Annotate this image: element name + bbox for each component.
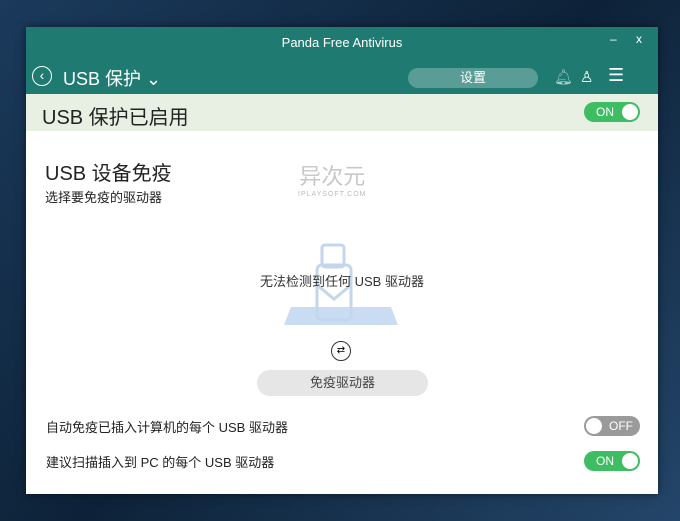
back-arrow-icon[interactable]: ‹ <box>32 66 52 86</box>
protection-status: USB 保护已启用 <box>42 107 189 129</box>
toggle-label: OFF <box>609 419 633 433</box>
section-subtitle: 选择要免疫的驱动器 <box>45 190 163 205</box>
toggle-label: ON <box>596 454 614 468</box>
window-title: Panda Free Antivirus <box>281 35 403 50</box>
section-dropdown[interactable]: USB 保护 ⌄ <box>63 65 161 91</box>
scan-usb-label: 建议扫描插入到 PC 的每个 USB 驱动器 <box>46 455 275 470</box>
auto-immunize-toggle[interactable]: OFF <box>584 416 640 436</box>
empty-message: 无法检测到任何 USB 驱动器 <box>260 274 424 289</box>
section-label: USB 保护 <box>63 69 142 89</box>
app-window: Panda Free Antivirus – x ‹ USB 保护 ⌄ 设置 🔔… <box>26 27 658 494</box>
user-icon[interactable]: ♙ <box>580 68 593 86</box>
menu-icon[interactable]: ☰ <box>608 65 624 86</box>
toggle-label: ON <box>596 105 614 119</box>
protection-toggle[interactable]: ON <box>584 102 640 122</box>
chevron-down-icon: ⌄ <box>146 69 162 89</box>
auto-immunize-label: 自动免疫已插入计算机的每个 USB 驱动器 <box>46 420 288 435</box>
section-title: USB 设备免疫 <box>45 163 172 185</box>
title-bar: Panda Free Antivirus – x ‹ USB 保护 ⌄ 设置 🔔… <box>26 27 658 94</box>
bell-icon[interactable]: 🔔︎ <box>554 68 573 86</box>
watermark-logo: 异次元 IPLAYSOFT.COM <box>298 164 367 198</box>
minimize-button[interactable]: – <box>610 32 617 46</box>
immunize-button[interactable]: 免疫驱动器 <box>257 370 428 396</box>
settings-button[interactable]: 设置 <box>408 68 538 88</box>
refresh-icon[interactable]: ⇄ <box>331 341 351 361</box>
status-band: USB 保护已启用 ON <box>26 94 658 131</box>
scan-usb-toggle[interactable]: ON <box>584 451 640 471</box>
close-button[interactable]: x <box>636 32 642 46</box>
